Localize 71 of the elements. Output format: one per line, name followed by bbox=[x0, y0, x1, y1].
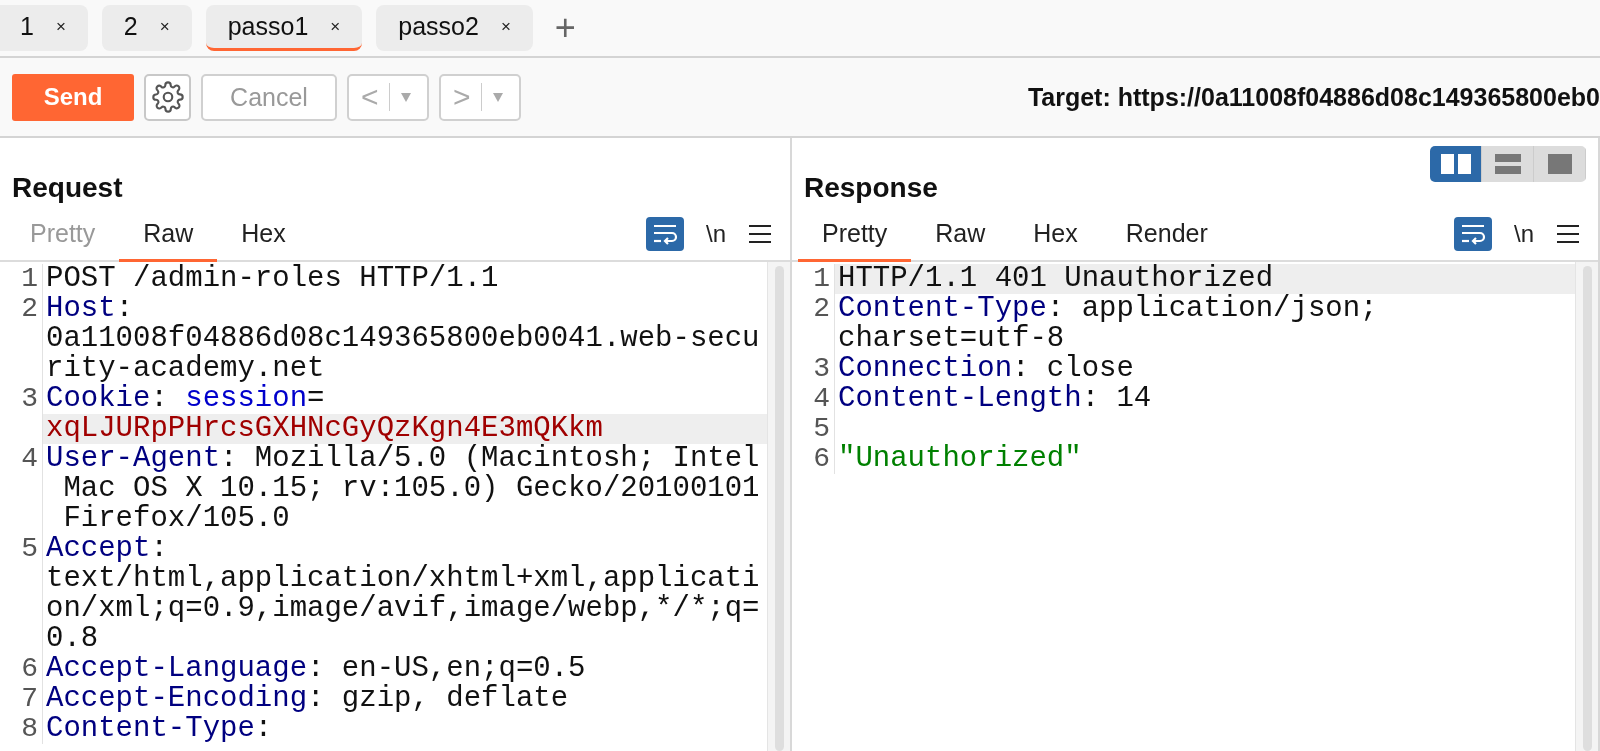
wrap-toggle[interactable] bbox=[646, 217, 684, 251]
code-line: Content-Length: 14 bbox=[837, 384, 1153, 414]
stacked-icon bbox=[1494, 154, 1521, 174]
code-line: POST /admin-roles HTTP/1.1 bbox=[45, 264, 500, 294]
code-line: Content-Type: bbox=[45, 714, 274, 744]
line-number: 3 bbox=[792, 354, 835, 384]
close-tab-button[interactable]: × bbox=[55, 16, 66, 37]
code-line: 0a11008f04886d08c149365800eb0041.web-secu bbox=[45, 324, 761, 354]
line-number: 4 bbox=[792, 384, 835, 414]
panel-title: Response bbox=[804, 172, 938, 204]
line-number: 2 bbox=[792, 294, 835, 354]
close-tab-button[interactable]: × bbox=[500, 16, 511, 37]
target-url: Target: https://0a11008f04886d08c149365800eb0 bbox=[1027, 82, 1600, 112]
newline-toggle[interactable]: \n bbox=[706, 220, 726, 248]
code-line: "Unauthorized" bbox=[837, 444, 1083, 474]
line-number: 7 bbox=[0, 684, 43, 714]
code-line: Accept-Encoding: gzip, deflate bbox=[45, 684, 570, 714]
request-tab[interactable]: 1 × bbox=[0, 5, 88, 51]
line-number: 4 bbox=[0, 444, 43, 534]
code-line: Connection: close bbox=[837, 354, 1135, 384]
close-tab-button[interactable]: × bbox=[330, 16, 341, 37]
code-line: Firefox/105.0 bbox=[62, 504, 291, 534]
caret-icon bbox=[491, 91, 504, 103]
code-line: Host: bbox=[45, 294, 134, 324]
line-number: 6 bbox=[792, 444, 835, 474]
code-line: on/xml;q=0.9,image/avif,image/webp,*/*;q= bbox=[45, 594, 761, 624]
layout-button[interactable] bbox=[1534, 146, 1586, 182]
wrap-lines-icon bbox=[652, 223, 678, 245]
line-number: 2 bbox=[0, 294, 43, 384]
code-line: rity-academy.net bbox=[45, 354, 326, 384]
new-tab-button[interactable]: + bbox=[546, 10, 584, 46]
menu-button[interactable] bbox=[1556, 224, 1580, 244]
wrap-toggle[interactable] bbox=[1454, 217, 1492, 251]
scrollbar[interactable] bbox=[1575, 262, 1598, 751]
single-pane-icon bbox=[1547, 154, 1572, 174]
scrollbar[interactable] bbox=[767, 262, 790, 751]
settings-button[interactable] bbox=[144, 73, 191, 121]
line-number: 6 bbox=[0, 654, 43, 684]
menu-icon bbox=[748, 224, 772, 244]
settings-icon bbox=[151, 81, 184, 113]
view-tab[interactable]: Raw bbox=[119, 208, 218, 262]
newline-toggle[interactable]: \n bbox=[1514, 220, 1534, 248]
view-tab[interactable]: Hex bbox=[217, 208, 310, 262]
line-number: 5 bbox=[0, 534, 43, 654]
line-number: 8 bbox=[0, 714, 43, 744]
line-number: 5 bbox=[792, 414, 835, 444]
request-tab[interactable]: passo1 × bbox=[205, 5, 363, 51]
caret-icon bbox=[399, 91, 412, 103]
code-line: User-Agent: Mozilla/5.0 (Macintosh; Intel bbox=[45, 444, 761, 474]
line-number: 1 bbox=[0, 264, 43, 294]
code-line: Accept-Language: en-US,en;q=0.5 bbox=[45, 654, 587, 684]
layout-button[interactable] bbox=[1430, 146, 1482, 182]
code-line: Accept: bbox=[45, 534, 168, 564]
side-by-side-icon bbox=[1440, 154, 1471, 174]
view-tab[interactable]: Hex bbox=[1009, 208, 1102, 262]
code-line: Cookie: session= bbox=[45, 384, 325, 414]
wrap-lines-icon bbox=[1460, 223, 1486, 245]
panel-title: Request bbox=[12, 172, 123, 204]
code-line: Mac OS X 10.15; rv:105.0) Gecko/20100101 bbox=[62, 474, 761, 504]
code-line: text/html,application/xhtml+xml,applicati bbox=[45, 564, 761, 594]
menu-icon bbox=[1556, 224, 1580, 244]
request-tab[interactable]: 2 × bbox=[101, 5, 192, 51]
view-tab[interactable]: Render bbox=[1101, 208, 1232, 262]
code-line: Content-Type: application/json; bbox=[837, 294, 1379, 324]
view-tab[interactable]: Raw bbox=[911, 208, 1010, 262]
menu-button[interactable] bbox=[748, 224, 772, 244]
code-line: charset=utf-8 bbox=[837, 324, 1065, 354]
layout-button[interactable] bbox=[1482, 146, 1534, 182]
request-tab[interactable]: passo2 × bbox=[376, 5, 533, 51]
code-line: 0.8 bbox=[45, 624, 100, 654]
close-tab-button[interactable]: × bbox=[159, 16, 170, 37]
